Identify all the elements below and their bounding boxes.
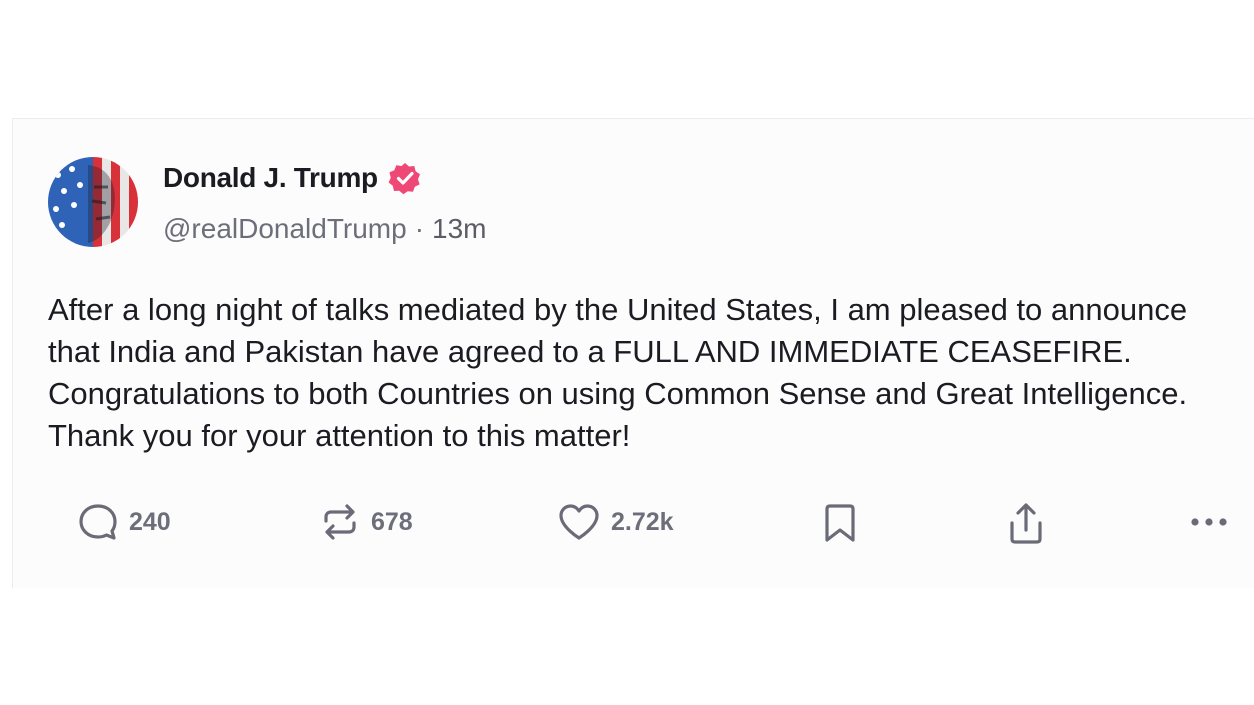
avatar-image [48,157,138,247]
repost-button[interactable]: 678 [319,501,413,543]
bookmark-button[interactable] [821,501,859,545]
post-card: Donald J. Trump @realDonaldTrump · 13m Aft… [12,118,1254,588]
reply-count: 240 [129,507,171,536]
post-body: After a long night of talks mediated by … [48,292,1188,453]
repost-count: 678 [371,507,413,536]
reply-button[interactable]: 240 [77,501,171,543]
author-display-name[interactable]: Donald J. Trump [163,162,378,194]
author-name-row: Donald J. Trump [163,161,422,195]
author-handle[interactable]: @realDonaldTrump [163,213,407,244]
meta-separator: · [414,213,425,244]
share-icon [1010,503,1042,544]
more-icon [1191,518,1227,526]
post-actions-bar: 240 678 2.72k [13,501,1254,549]
like-button[interactable]: 2.72k [557,501,674,543]
verified-badge-icon [388,163,420,195]
post-timestamp[interactable]: 13m [432,213,486,244]
share-button[interactable] [1005,501,1047,547]
bookmark-icon [825,504,855,542]
reply-icon [79,504,117,540]
like-count: 2.72k [611,507,674,536]
avatar[interactable] [48,157,138,247]
page: Donald J. Trump @realDonaldTrump · 13m Aft… [0,0,1254,705]
author-meta: @realDonaldTrump · 13m [163,213,487,245]
heart-icon [559,504,599,540]
repost-icon [324,504,356,540]
more-options-button[interactable] [1188,501,1230,543]
